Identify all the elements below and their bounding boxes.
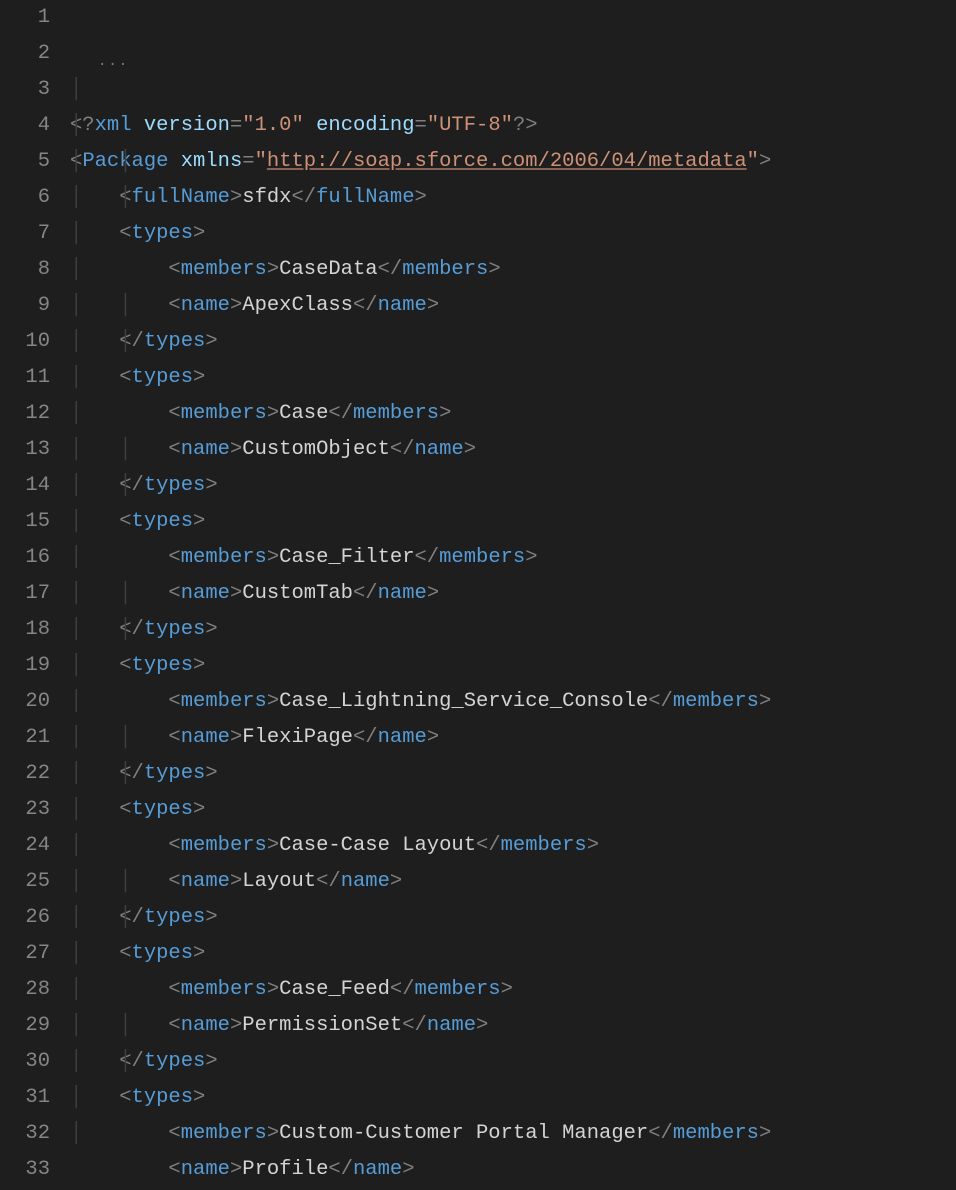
line-number: 18 [0, 612, 50, 648]
code-line[interactable]: <name>CustomTab</name> [70, 576, 956, 612]
code-content[interactable]: <?xml version="1.0" encoding="UTF-8"?><P… [70, 108, 956, 1190]
line-number: 23 [0, 792, 50, 828]
code-line[interactable]: <?xml version="1.0" encoding="UTF-8"?> [70, 108, 956, 144]
line-number: 22 [0, 756, 50, 792]
code-line[interactable]: <types> [70, 648, 956, 684]
line-number: 10 [0, 324, 50, 360]
code-line[interactable]: <name>ApexClass</name> [70, 288, 956, 324]
code-line[interactable]: <name>Layout</name> [70, 864, 956, 900]
code-line[interactable]: <members>Case</members> [70, 396, 956, 432]
line-number: 26 [0, 900, 50, 936]
line-number: 32 [0, 1116, 50, 1152]
code-line[interactable]: <types> [70, 936, 956, 972]
code-line[interactable]: <Package xmlns="http://soap.sforce.com/2… [70, 144, 956, 180]
line-number: 27 [0, 936, 50, 972]
code-line[interactable]: <types> [70, 504, 956, 540]
code-line[interactable]: </types> [70, 612, 956, 648]
fold-indicator-icon: ··· [98, 58, 129, 72]
line-number: 8 [0, 252, 50, 288]
code-line[interactable]: </types> [70, 324, 956, 360]
code-line[interactable]: <fullName>sfdx</fullName> [70, 180, 956, 216]
line-number: 15 [0, 504, 50, 540]
line-number: 4 [0, 108, 50, 144]
line-number: 5 [0, 144, 50, 180]
line-number: 30 [0, 1044, 50, 1080]
code-line[interactable]: <members>Case_Lightning_Service_Console<… [70, 684, 956, 720]
code-line[interactable]: </types> [70, 900, 956, 936]
line-number: 29 [0, 1008, 50, 1044]
line-number: 14 [0, 468, 50, 504]
line-number: 19 [0, 648, 50, 684]
code-line[interactable]: <members>Custom-Customer Portal Manager<… [70, 1116, 956, 1152]
line-number: 11 [0, 360, 50, 396]
line-number-gutter: 1234567891011121314151617181920212223242… [0, 0, 70, 1190]
code-line[interactable]: <types> [70, 1080, 956, 1116]
code-line[interactable]: </types> [70, 1044, 956, 1080]
line-number: 2 [0, 36, 50, 72]
line-number: 33 [0, 1152, 50, 1188]
line-number: 28 [0, 972, 50, 1008]
code-line[interactable]: <members>CaseData</members> [70, 252, 956, 288]
code-line[interactable]: <name>FlexiPage</name> [70, 720, 956, 756]
line-number: 16 [0, 540, 50, 576]
line-number: 21 [0, 720, 50, 756]
line-number: 20 [0, 684, 50, 720]
line-number: 31 [0, 1080, 50, 1116]
line-number: 17 [0, 576, 50, 612]
code-line[interactable]: <name>CustomObject</name> [70, 432, 956, 468]
code-line[interactable]: <name>PermissionSet</name> [70, 1008, 956, 1044]
code-line[interactable]: <types> [70, 792, 956, 828]
code-line[interactable]: </types> [70, 756, 956, 792]
code-line[interactable]: <members>Case_Feed</members> [70, 972, 956, 1008]
code-editor[interactable]: 1234567891011121314151617181920212223242… [0, 0, 956, 1190]
line-number: 3 [0, 72, 50, 108]
line-number: 1 [0, 0, 50, 36]
code-line[interactable]: <name>Profile</name> [70, 1152, 956, 1188]
code-line[interactable]: <types> [70, 216, 956, 252]
line-number: 12 [0, 396, 50, 432]
code-area[interactable]: │ │ │ │ │ │ │ │ │ │ │ │ │ │ │ │ │ │ │ │ … [70, 0, 956, 1190]
line-number: 7 [0, 216, 50, 252]
code-line[interactable]: <members>Case-Case Layout</members> [70, 828, 956, 864]
line-number: 25 [0, 864, 50, 900]
line-number: 6 [0, 180, 50, 216]
line-number: 24 [0, 828, 50, 864]
line-number: 9 [0, 288, 50, 324]
line-number: 13 [0, 432, 50, 468]
code-line[interactable]: <types> [70, 360, 956, 396]
code-line[interactable]: </types> [70, 468, 956, 504]
code-line[interactable]: <members>Case_Filter</members> [70, 540, 956, 576]
